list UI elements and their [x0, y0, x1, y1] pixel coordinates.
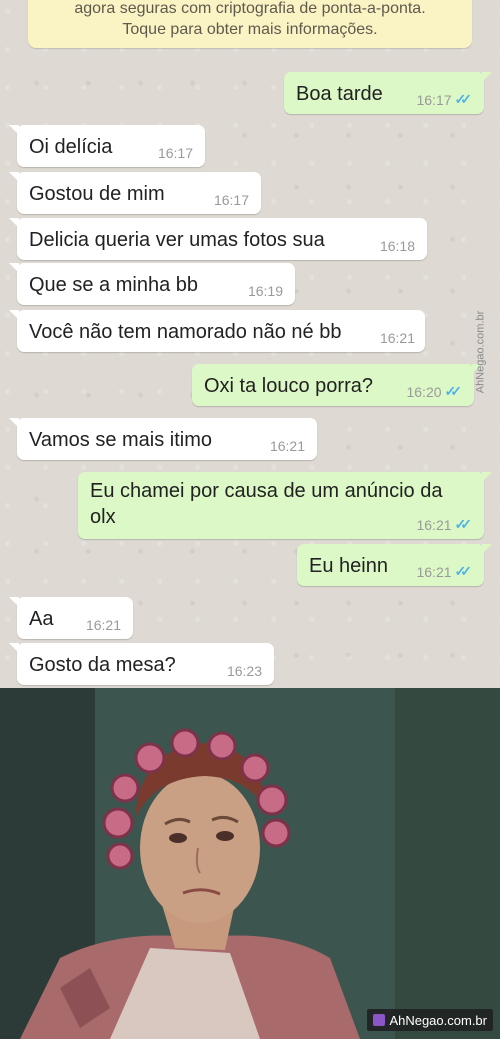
reaction-meme-image: AhNegao.com.br [0, 688, 500, 1039]
chat-area[interactable]: agora seguras com criptografia de ponta-… [0, 0, 500, 688]
message-text: Oxi ta louco porra? [204, 375, 373, 397]
message-meta: 16:21 [270, 438, 305, 454]
side-watermark-text: AhNegao.com.br [474, 310, 487, 394]
message-meta: 16:21 ✓✓ [416, 516, 472, 533]
message-meta: 16:18 [380, 238, 415, 254]
message-text: Você não tem namorado não né bb [29, 321, 342, 343]
message-bubble-incoming[interactable]: Gosto da mesa? 16:23 [9, 643, 274, 685]
read-ticks-icon: ✓✓ [454, 563, 473, 579]
message-time: 16:23 [226, 663, 262, 679]
encryption-notice-line1: agora seguras com criptografia de ponta-… [74, 0, 426, 17]
message-text: Gosto da mesa? [29, 654, 176, 676]
message-bubble-outgoing[interactable]: Boa tarde 16:17 ✓✓ [284, 72, 492, 114]
reaction-meme-illustration [0, 688, 500, 1039]
read-ticks-icon: ✓✓ [454, 516, 473, 532]
message-bubble-incoming[interactable]: Delicia queria ver umas fotos sua 16:18 [9, 218, 427, 260]
message-time: 16:21 [85, 617, 121, 633]
message-text: Vamos se mais itimo [29, 429, 213, 451]
message-meta: 16:21 [380, 330, 415, 346]
message-bubble-incoming[interactable]: Oi delícia 16:17 [9, 125, 205, 167]
message-time: 16:21 [416, 563, 452, 580]
message-meta: 16:17 ✓✓ [416, 91, 472, 108]
bottom-watermark-text: AhNegao.com.br [389, 1012, 487, 1028]
message-meta: 16:17 [214, 192, 249, 208]
message-time: 16:21 [416, 516, 452, 533]
message-bubble-incoming[interactable]: Você não tem namorado não né bb 16:21 [9, 310, 425, 352]
message-text: Que se a minha bb [29, 274, 198, 296]
message-meta: 16:19 [248, 283, 283, 299]
read-ticks-icon: ✓✓ [444, 383, 463, 399]
encryption-notice-line2: Toque para obter mais informações. [122, 21, 378, 38]
message-meta: 16:21 ✓✓ [416, 563, 472, 580]
message-meta: 16:21 [86, 617, 121, 633]
message-time: 16:19 [247, 283, 283, 299]
message-bubble-incoming[interactable]: Vamos se mais itimo 16:21 [9, 418, 317, 460]
message-bubble-outgoing[interactable]: Oxi ta louco porra? 16:20 ✓✓ [192, 364, 482, 406]
message-time: 16:17 [157, 145, 193, 161]
message-time: 16:21 [269, 438, 305, 454]
message-text: Delicia queria ver umas fotos sua [29, 229, 325, 251]
site-logo-icon [373, 1014, 386, 1026]
message-time: 16:21 [379, 330, 415, 346]
message-text: Eu heinn [309, 555, 388, 577]
message-text: Eu chamei por causa de um anúncio da olx [90, 480, 443, 528]
message-text: Oi delícia [29, 136, 113, 158]
message-time: 16:17 [416, 91, 452, 108]
message-bubble-outgoing[interactable]: Eu heinn 16:21 ✓✓ [297, 544, 492, 586]
message-time: 16:20 [406, 383, 442, 400]
message-bubble-outgoing[interactable]: Eu chamei por causa de um anúncio da olx… [78, 472, 492, 539]
message-text: Aa [29, 608, 54, 630]
message-bubble-incoming[interactable]: Gostou de mim 16:17 [9, 172, 261, 214]
encryption-notice[interactable]: agora seguras com criptografia de ponta-… [28, 0, 472, 48]
message-bubble-incoming[interactable]: Que se a minha bb 16:19 [9, 263, 295, 305]
read-ticks-icon: ✓✓ [454, 91, 473, 107]
message-text: Gostou de mim [29, 183, 165, 205]
message-text: Boa tarde [296, 83, 383, 105]
message-time: 16:17 [213, 192, 249, 208]
message-meta: 16:20 ✓✓ [406, 383, 462, 400]
message-meta: 16:17 [158, 145, 193, 161]
message-meta: 16:23 [227, 663, 262, 679]
side-watermark: AhNegao.com.br [468, 296, 492, 408]
message-bubble-incoming[interactable]: Aa 16:21 [9, 597, 133, 639]
bottom-watermark: AhNegao.com.br [367, 1009, 493, 1031]
message-time: 16:18 [379, 238, 415, 254]
